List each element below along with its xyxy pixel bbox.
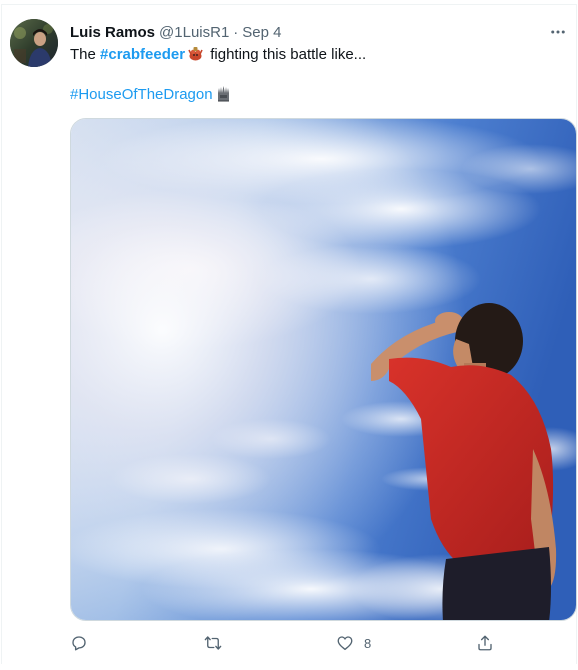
avatar[interactable] bbox=[10, 19, 58, 67]
hashtag-houseofthedragon-link[interactable]: #HouseOfTheDragon bbox=[70, 86, 213, 103]
tweet-actions-bar: 8 bbox=[64, 629, 504, 657]
heart-icon bbox=[337, 636, 353, 651]
more-options-button[interactable] bbox=[544, 18, 572, 46]
hashtag-crabfeeder-link[interactable]: #crabfeeder bbox=[100, 46, 185, 63]
tweet-photo[interactable] bbox=[70, 118, 577, 621]
reply-icon bbox=[72, 636, 86, 651]
like-count: 8 bbox=[364, 635, 372, 651]
share-icon bbox=[478, 635, 492, 651]
tweet-text-line-1: The #crabfeeder fighting this battle lik… bbox=[70, 45, 556, 65]
text-prefix: The bbox=[70, 46, 101, 63]
tweet-text-line-2: #HouseOfTheDragon bbox=[70, 85, 556, 105]
tweet-header: Luis Ramos @1LuisR1 · Sep 4 bbox=[70, 20, 576, 44]
more-horizontal-icon bbox=[551, 30, 565, 34]
author-handle[interactable]: @1LuisR1 bbox=[159, 24, 229, 41]
retweet-button[interactable] bbox=[204, 629, 232, 657]
tweet-text: The #crabfeeder fighting this battle lik… bbox=[70, 45, 556, 105]
tweet-timestamp[interactable]: Sep 4 bbox=[242, 24, 281, 41]
text-suffix: fighting this battle like... bbox=[206, 46, 367, 63]
separator-dot: · bbox=[233, 23, 239, 41]
author-display-name[interactable]: Luis Ramos bbox=[70, 24, 155, 41]
photo-boy-looking-at-sky bbox=[71, 119, 576, 620]
share-button[interactable] bbox=[476, 629, 504, 657]
text-line-gap bbox=[70, 65, 556, 85]
tweet-card[interactable]: Luis Ramos @1LuisR1 · Sep 4 The #crabfee… bbox=[1, 4, 577, 664]
iron-throne-emoji bbox=[215, 85, 232, 102]
retweet-icon bbox=[204, 636, 222, 650]
reply-button[interactable] bbox=[70, 629, 98, 657]
like-button[interactable]: 8 bbox=[336, 629, 371, 657]
crab-warrior-emoji bbox=[187, 45, 204, 62]
